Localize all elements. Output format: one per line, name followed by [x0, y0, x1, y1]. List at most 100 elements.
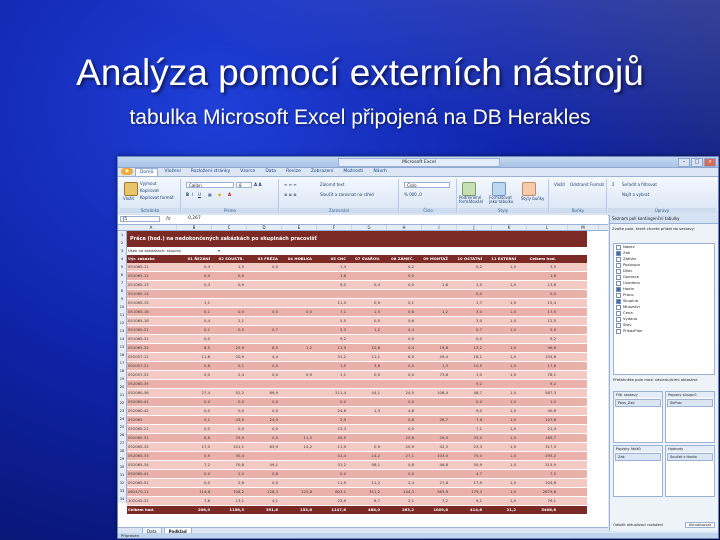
table-cell[interactable]: 0,0 — [245, 425, 279, 433]
ribbon-tab[interactable]: Domů — [134, 168, 159, 176]
table-cell[interactable]: 2,1 — [211, 317, 245, 325]
table-cell[interactable]: 2,4 — [381, 479, 415, 487]
ribbon-tab[interactable]: Revize — [282, 168, 305, 175]
table-cell[interactable]: 35,9 — [211, 434, 245, 442]
table-cell[interactable]: 42,3 — [415, 443, 449, 451]
table-cell[interactable]: 45,5 — [313, 434, 347, 442]
filter-dropdown-icon[interactable]: ▾ — [217, 247, 221, 255]
table-cell[interactable]: 052065-34 — [127, 461, 177, 469]
table-cell[interactable]: 1,5 — [313, 362, 347, 370]
ribbon-tab[interactable]: Data — [261, 168, 280, 175]
table-cell[interactable] — [279, 380, 313, 388]
office-button[interactable]: ◉ — [121, 168, 133, 175]
table-cell[interactable]: 3,0 — [449, 317, 483, 325]
table-cell[interactable]: 052060-41 — [127, 398, 177, 406]
table-cell[interactable]: 052065-33 — [127, 452, 177, 460]
grow-font-icon[interactable]: A A — [254, 182, 262, 188]
table-cell[interactable]: 0,0 — [177, 425, 211, 433]
table-cell[interactable] — [279, 425, 313, 433]
table-cell[interactable]: 154,6 — [517, 353, 557, 361]
format-table-icon[interactable] — [492, 182, 506, 196]
table-cell[interactable]: 311,2 — [347, 488, 381, 496]
table-cell[interactable]: 17,6 — [517, 362, 557, 370]
table-cell[interactable]: 0,1 — [211, 362, 245, 370]
table-cell[interactable] — [279, 299, 313, 307]
table-cell[interactable]: 7,2 — [177, 461, 211, 469]
row-labels-zone[interactable]: Popisky řádků Zak — [613, 445, 663, 497]
table-cell[interactable] — [279, 479, 313, 487]
table-cell[interactable]: 0,0 — [177, 272, 211, 280]
table-cell[interactable]: 052057-12 — [127, 353, 177, 361]
table-cell[interactable] — [279, 272, 313, 280]
table-cell[interactable]: 9,2 — [517, 335, 557, 343]
table-cell[interactable]: 4,7 — [449, 470, 483, 478]
column-header[interactable]: B — [177, 225, 212, 230]
table-cell[interactable]: 107,6 — [517, 416, 557, 424]
table-cell[interactable]: 293,2 — [517, 452, 557, 460]
column-header[interactable]: A — [126, 225, 177, 230]
border-icon[interactable]: ▦ — [208, 192, 212, 198]
column-labels-item[interactable]: SkPrac — [667, 399, 713, 407]
table-cell[interactable]: 13,1 — [211, 497, 245, 505]
table-cell[interactable]: 1,0 — [483, 488, 517, 496]
table-cell[interactable]: 31,2 — [313, 353, 347, 361]
table-cell[interactable]: 051065-16 — [127, 308, 177, 316]
table-cell[interactable] — [279, 281, 313, 289]
sort-filter-button[interactable]: Seřadit a filtrovat — [622, 182, 657, 188]
values-item[interactable]: Součet z Hodin — [667, 453, 713, 461]
table-cell[interactable]: 0,0 — [313, 470, 347, 478]
font-name-combo[interactable]: Calibri — [186, 182, 234, 188]
table-cell[interactable]: 2679,8 — [517, 488, 557, 496]
table-cell[interactable]: 6,7 — [347, 497, 381, 505]
checkbox-icon[interactable] — [616, 286, 621, 292]
table-cell[interactable] — [347, 272, 381, 280]
checkbox-icon[interactable] — [616, 328, 621, 334]
table-cell[interactable]: 0,0 — [245, 407, 279, 415]
checkbox-icon[interactable] — [616, 280, 621, 286]
table-cell[interactable] — [483, 335, 517, 343]
table-cell[interactable] — [347, 425, 381, 433]
table-cell[interactable]: 11,5 — [279, 434, 313, 442]
table-cell[interactable] — [245, 317, 279, 325]
table-cell[interactable]: 0,0 — [245, 434, 279, 442]
table-cell[interactable]: 17,5 — [517, 308, 557, 316]
align-left-icon[interactable]: ≣ ≣ ≣ — [284, 192, 297, 198]
table-cell[interactable] — [415, 398, 449, 406]
table-cell[interactable]: 1,0 — [517, 398, 557, 406]
table-cell[interactable] — [415, 326, 449, 334]
maximize-icon[interactable]: □ — [691, 158, 703, 167]
table-cell[interactable] — [177, 380, 211, 388]
row-header[interactable]: 29 — [118, 455, 126, 463]
table-cell[interactable]: 21,4 — [517, 425, 557, 433]
table-cell[interactable]: 24,5 — [381, 389, 415, 397]
table-cell[interactable]: 41,4 — [313, 452, 347, 460]
table-cell[interactable]: 6,5 — [245, 344, 279, 352]
table-cell[interactable]: 051065-18 — [127, 317, 177, 325]
table-cell[interactable]: 2,0 — [211, 470, 245, 478]
underline-icon[interactable]: U — [198, 192, 201, 198]
table-cell[interactable]: 18,1 — [449, 353, 483, 361]
table-cell[interactable]: 27,8 — [415, 479, 449, 487]
table-cell[interactable]: 11,9 — [313, 443, 347, 451]
row-header[interactable]: 5 — [118, 263, 126, 271]
table-cell[interactable]: 1,0 — [483, 362, 517, 370]
table-cell[interactable]: 3,0 — [449, 308, 483, 316]
table-cell[interactable] — [483, 470, 517, 478]
row-header[interactable]: 8 — [118, 287, 126, 295]
table-cell[interactable]: 0,0 — [245, 398, 279, 406]
table-cell[interactable]: 0,4 — [381, 344, 415, 352]
table-cell[interactable]: 7,2 — [415, 497, 449, 505]
table-cell[interactable]: 0,4 — [177, 263, 211, 271]
table-cell[interactable]: 1147,8 — [313, 506, 347, 514]
table-cell[interactable]: 21,2 — [483, 506, 517, 514]
table-cell[interactable] — [415, 263, 449, 271]
table-cell[interactable]: 83,9 — [245, 443, 279, 451]
checkbox-icon[interactable] — [616, 262, 621, 268]
row-header[interactable]: 15 — [118, 343, 126, 351]
table-cell[interactable] — [211, 335, 245, 343]
table-cell[interactable]: 13,2 — [449, 344, 483, 352]
report-filter-zone[interactable]: Filtr sestavy Poss_Zak — [613, 391, 663, 443]
table-cell[interactable]: 051065-31 — [127, 335, 177, 343]
table-cell[interactable]: 488,0 — [347, 506, 381, 514]
table-cell[interactable]: 3,5 — [517, 263, 557, 271]
